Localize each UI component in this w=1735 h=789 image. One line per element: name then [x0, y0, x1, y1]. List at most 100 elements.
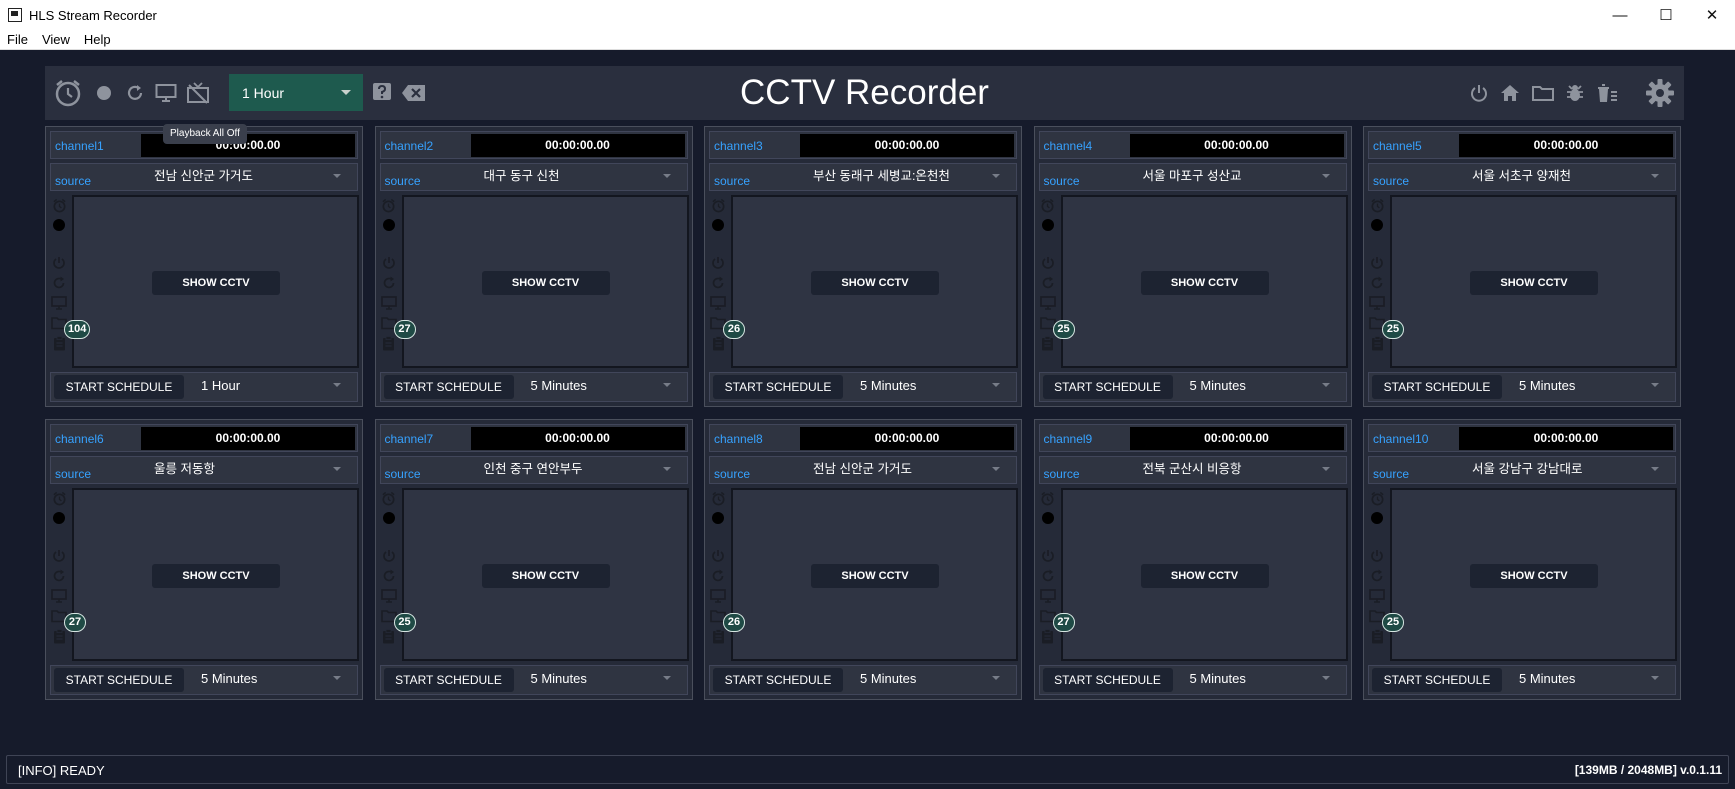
power-icon[interactable] — [381, 548, 397, 564]
source-dropdown[interactable]: 서울 마포구 성산교 — [1130, 165, 1344, 189]
start-schedule-button[interactable]: START SCHEDULE — [713, 375, 843, 399]
refresh-icon[interactable] — [1369, 275, 1385, 291]
start-schedule-button[interactable]: START SCHEDULE — [1372, 375, 1502, 399]
clipboard-icon[interactable] — [1369, 628, 1385, 644]
clear-icon[interactable] — [400, 66, 428, 120]
start-schedule-button[interactable]: START SCHEDULE — [54, 668, 184, 692]
alarm-clock-icon[interactable] — [710, 490, 726, 506]
folder-icon[interactable] — [1531, 66, 1555, 120]
show-cctv-button[interactable]: SHOW CCTV — [481, 564, 610, 588]
clipboard-icon[interactable] — [1040, 335, 1056, 351]
interval-dropdown[interactable]: 5 Minutes — [1176, 667, 1344, 692]
monitor-icon[interactable] — [710, 588, 726, 604]
menu-file[interactable]: File — [0, 32, 35, 47]
alarm-clock-icon[interactable] — [381, 197, 397, 213]
record-dot-icon[interactable] — [710, 217, 726, 233]
refresh-icon[interactable] — [51, 568, 67, 584]
start-schedule-button[interactable]: START SCHEDULE — [383, 668, 514, 692]
close-button[interactable]: ✕ — [1689, 0, 1735, 30]
interval-dropdown[interactable]: 5 Minutes — [1176, 374, 1344, 399]
alarm-clock-icon[interactable] — [51, 197, 67, 213]
record-dot-icon[interactable] — [1040, 217, 1056, 233]
source-dropdown[interactable]: 전남 신안군 가거도 — [800, 458, 1014, 482]
record-dot-icon[interactable] — [381, 217, 397, 233]
alarm-clock-icon[interactable] — [1369, 490, 1385, 506]
interval-dropdown[interactable]: 5 Minutes — [846, 667, 1014, 692]
power-icon[interactable] — [381, 255, 397, 271]
source-dropdown[interactable]: 부산 동래구 세병교:온천천 — [800, 165, 1014, 189]
power-icon[interactable] — [710, 255, 726, 271]
start-schedule-button[interactable]: START SCHEDULE — [713, 668, 843, 692]
help-icon[interactable] — [370, 66, 394, 120]
power-icon[interactable] — [1369, 548, 1385, 564]
monitor-icon[interactable] — [380, 588, 397, 604]
alarm-clock-icon[interactable] — [1040, 490, 1056, 506]
clipboard-icon[interactable] — [1040, 628, 1056, 644]
start-schedule-button[interactable]: START SCHEDULE — [1042, 375, 1173, 399]
show-cctv-button[interactable]: SHOW CCTV — [152, 564, 280, 588]
alarm-clock-icon[interactable] — [50, 66, 86, 120]
show-cctv-button[interactable]: SHOW CCTV — [152, 271, 280, 295]
power-icon[interactable] — [51, 255, 67, 271]
clipboard-icon[interactable] — [710, 335, 726, 351]
power-icon[interactable] — [1040, 255, 1056, 271]
alarm-clock-icon[interactable] — [1369, 197, 1385, 213]
trash-icon[interactable] — [1594, 66, 1620, 120]
monitor-icon[interactable] — [710, 295, 726, 311]
start-schedule-button[interactable]: START SCHEDULE — [54, 375, 184, 399]
refresh-icon[interactable] — [381, 275, 397, 291]
refresh-icon[interactable] — [51, 275, 67, 291]
interval-dropdown[interactable]: 5 Minutes — [1505, 374, 1673, 399]
menu-view[interactable]: View — [35, 32, 77, 47]
record-dot-icon[interactable] — [1369, 510, 1385, 526]
start-schedule-button[interactable]: START SCHEDULE — [1372, 668, 1502, 692]
alarm-clock-icon[interactable] — [710, 197, 726, 213]
clipboard-icon[interactable] — [381, 335, 397, 351]
refresh-icon[interactable] — [710, 275, 726, 291]
show-cctv-button[interactable]: SHOW CCTV — [811, 564, 939, 588]
power-icon[interactable] — [1040, 548, 1056, 564]
refresh-icon[interactable] — [1040, 275, 1056, 291]
refresh-icon[interactable] — [710, 568, 726, 584]
interval-dropdown[interactable]: 5 Minutes — [517, 667, 685, 692]
show-cctv-button[interactable]: SHOW CCTV — [1470, 271, 1598, 295]
monitor-icon[interactable] — [380, 295, 397, 311]
monitor-icon[interactable] — [51, 588, 67, 604]
interval-dropdown[interactable]: 5 Minutes — [517, 374, 685, 399]
duration-dropdown[interactable]: 1 Hour — [229, 74, 363, 111]
interval-dropdown[interactable]: 5 Minutes — [187, 667, 355, 692]
source-dropdown[interactable]: 전북 군산시 비응항 — [1130, 458, 1344, 482]
power-icon[interactable] — [51, 548, 67, 564]
source-dropdown[interactable]: 서울 강남구 강남대로 — [1459, 458, 1673, 482]
source-dropdown[interactable]: 대구 동구 신천 — [471, 165, 685, 189]
minimize-button[interactable]: — — [1597, 0, 1643, 30]
source-dropdown[interactable]: 서울 서초구 양재천 — [1459, 165, 1673, 189]
interval-dropdown[interactable]: 5 Minutes — [1505, 667, 1673, 692]
alarm-clock-icon[interactable] — [1040, 197, 1056, 213]
start-schedule-button[interactable]: START SCHEDULE — [1042, 668, 1173, 692]
start-schedule-button[interactable]: START SCHEDULE — [383, 375, 514, 399]
show-cctv-button[interactable]: SHOW CCTV — [1470, 564, 1598, 588]
source-dropdown[interactable]: 인천 중구 연안부두 — [471, 458, 685, 482]
record-dot-icon[interactable] — [1369, 217, 1385, 233]
record-dot-icon[interactable] — [381, 510, 397, 526]
record-dot-icon[interactable] — [710, 510, 726, 526]
clipboard-icon[interactable] — [710, 628, 726, 644]
alarm-clock-icon[interactable] — [51, 490, 67, 506]
monitor-icon[interactable] — [1369, 588, 1385, 604]
show-cctv-button[interactable]: SHOW CCTV — [481, 271, 610, 295]
source-dropdown[interactable]: 전남 신안군 가거도 — [141, 165, 355, 189]
power-icon[interactable] — [1369, 255, 1385, 271]
gear-icon[interactable] — [1643, 66, 1677, 120]
clipboard-icon[interactable] — [1369, 335, 1385, 351]
bug-icon[interactable] — [1563, 66, 1587, 120]
monitor-icon[interactable] — [51, 295, 67, 311]
clipboard-icon[interactable] — [51, 335, 67, 351]
power-icon[interactable] — [710, 548, 726, 564]
maximize-button[interactable]: ☐ — [1643, 0, 1689, 30]
show-cctv-button[interactable]: SHOW CCTV — [1140, 564, 1269, 588]
record-dot-icon[interactable] — [51, 217, 67, 233]
tv-off-icon[interactable] — [184, 66, 212, 120]
interval-dropdown[interactable]: 5 Minutes — [846, 374, 1014, 399]
home-icon[interactable] — [1498, 66, 1522, 120]
